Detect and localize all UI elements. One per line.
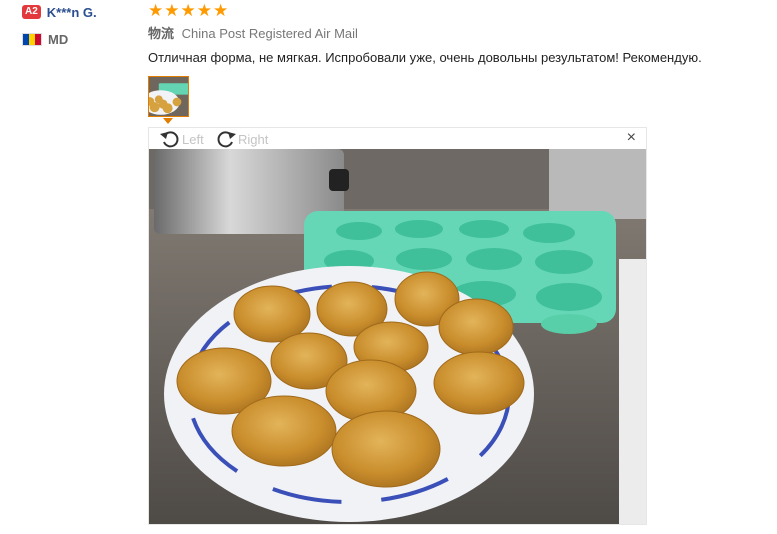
viewer-toolbar: Left Right × [149,128,646,149]
review-text: Отличная форма, не мягкая. Испробовали у… [148,50,702,65]
close-viewer-button[interactable]: × [627,130,636,146]
review-body: ★★★★★ 物流 China Post Registered Air Mail … [148,2,768,66]
shipping-label: 物流 [148,26,175,41]
star-rating: ★★★★★ [148,1,230,20]
rotate-left-label: Left [182,131,204,147]
thumbnail-selected-indicator [163,118,173,124]
review-photo-thumbnail[interactable] [148,76,189,117]
reviewer-country: MD [22,32,142,47]
review-photo [149,149,646,524]
rotate-left-button[interactable]: Left [159,129,204,149]
reviewer-info: A2 K***n G. MD [22,4,142,47]
moldova-flag-icon [22,33,42,46]
rotate-right-label: Right [238,131,269,147]
shipping-info: 物流 China Post Registered Air Mail [148,26,768,42]
rotate-right-icon [217,131,236,148]
thumbnail-image [149,77,188,116]
buyer-level-badge: A2 [22,5,41,19]
reviewer-row: A2 K***n G. [22,4,142,20]
rotate-right-button[interactable]: Right [215,129,268,149]
rotate-left-icon [160,131,179,148]
country-code: MD [48,32,69,47]
shipping-method: China Post Registered Air Mail [181,26,358,41]
reviewer-name: K***n G. [46,4,97,20]
image-viewer: Left Right × [148,127,647,525]
